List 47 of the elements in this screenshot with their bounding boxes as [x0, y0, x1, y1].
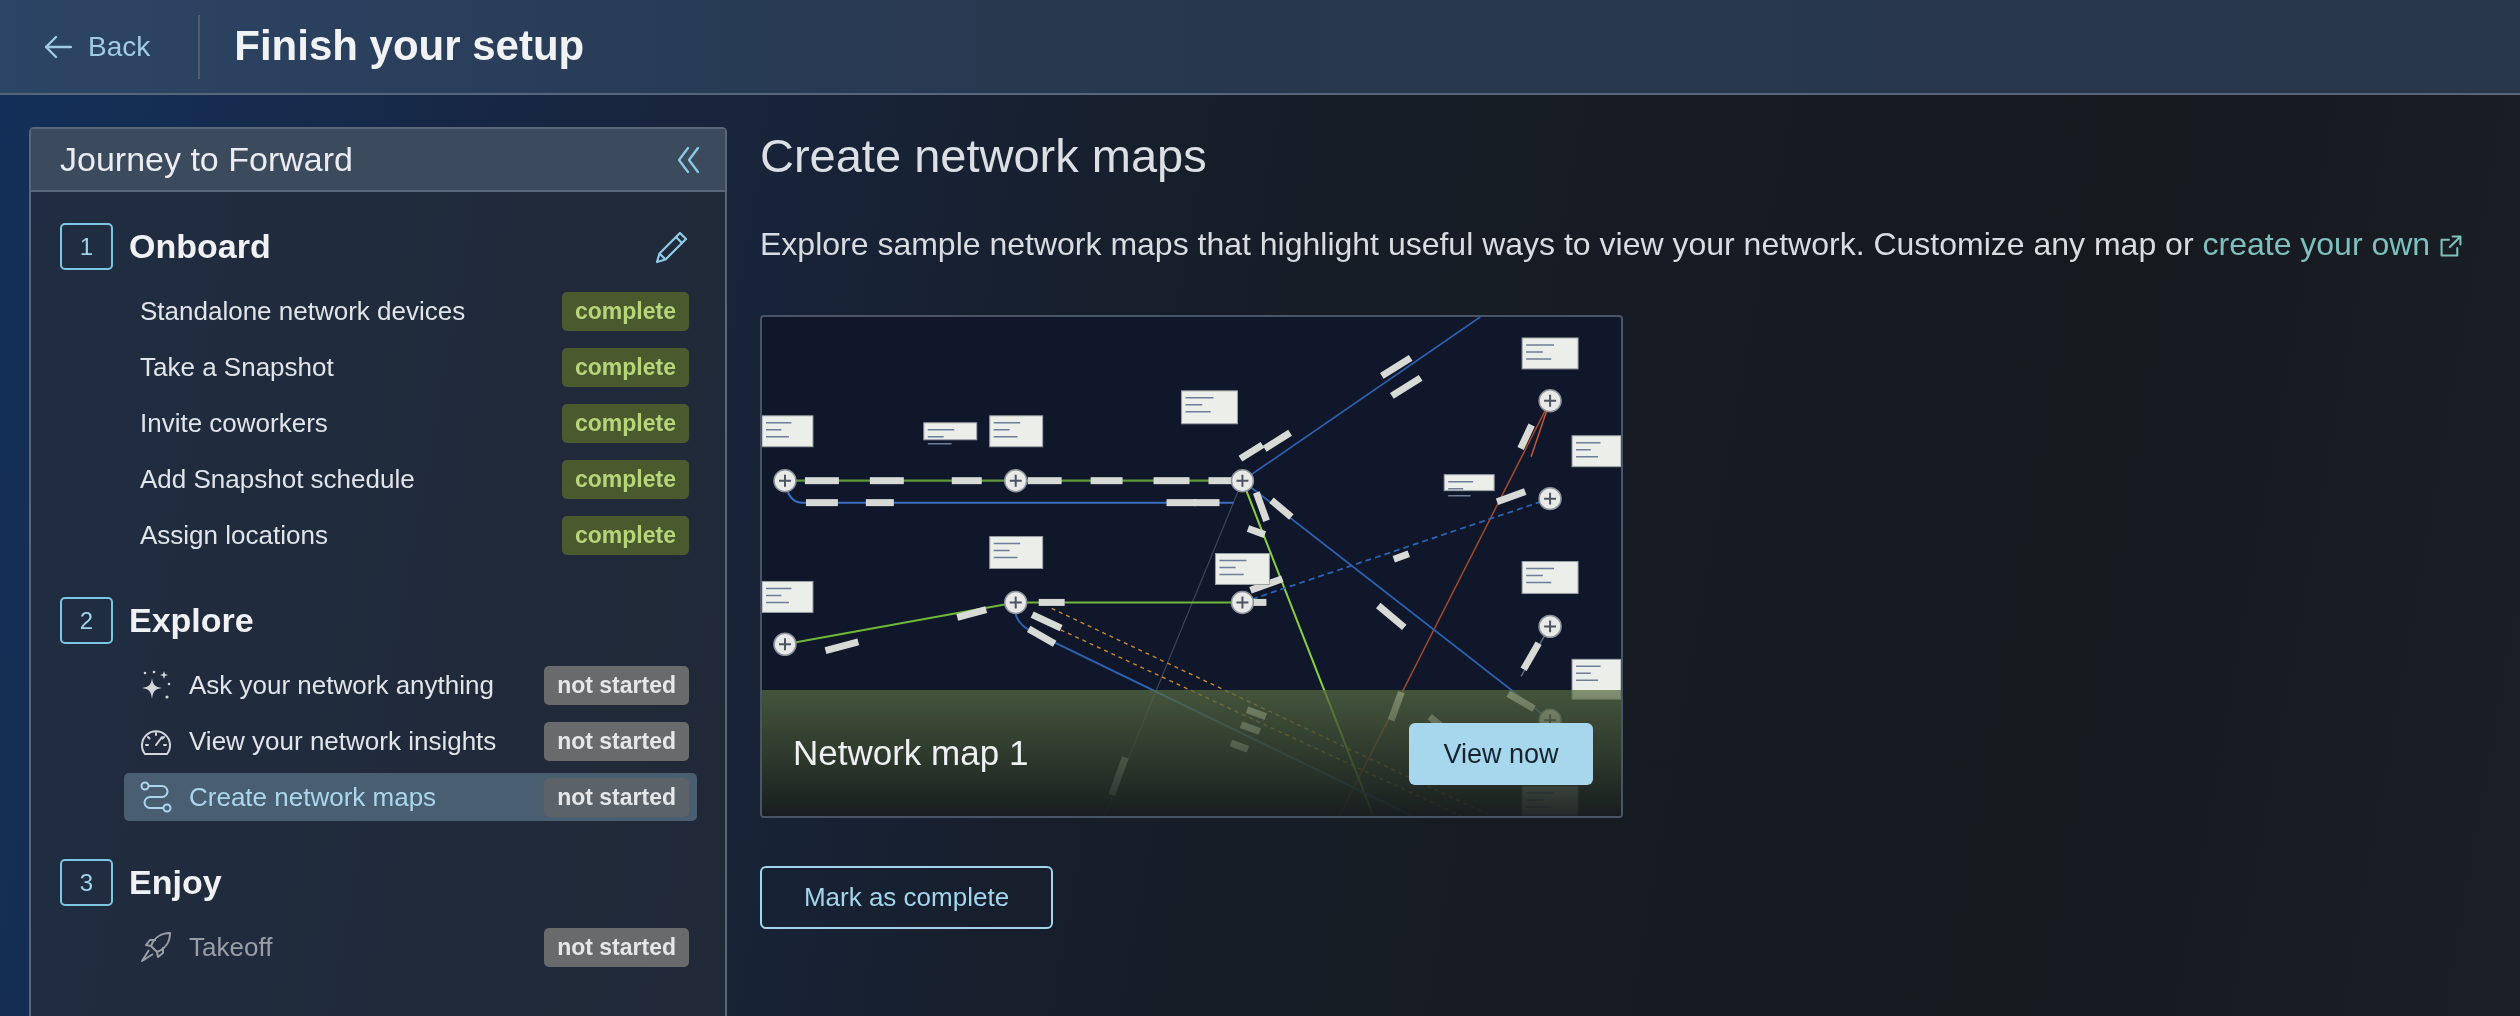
step-label: View your network insights [189, 724, 497, 758]
status-badge: complete [562, 347, 689, 387]
map-title: Network map 1 [793, 731, 1029, 774]
status-badge: complete [562, 459, 689, 499]
create-link[interactable]: create your own [2202, 226, 2463, 262]
status-badge: not started [544, 777, 689, 817]
step-item[interactable]: Take a Snapshot complete [124, 343, 697, 391]
step-item[interactable]: View your network insights not started [124, 717, 697, 765]
external-link-icon [2440, 235, 2463, 257]
arrow-left-icon [44, 34, 72, 59]
step-item[interactable]: Create network maps not started [124, 773, 697, 821]
step-item[interactable]: Invite coworkers complete [124, 399, 697, 447]
step-number: 3 [60, 859, 113, 906]
status-badge: complete [562, 291, 689, 331]
status-badge: not started [544, 721, 689, 761]
mark-complete-button[interactable]: Mark as complete [760, 866, 1053, 929]
step-item[interactable]: Standalone network devices complete [124, 287, 697, 335]
step-label: Takeoff [189, 930, 273, 964]
step-item[interactable]: Assign locations complete [124, 511, 697, 559]
description-text: Explore sample network maps that highlight useful ways to view your network. Customize any map or create your own [760, 223, 2520, 265]
step-number: 1 [60, 223, 113, 270]
rocket-icon [140, 931, 172, 963]
step-label: Invite coworkers [140, 406, 328, 440]
section-title: Enjoy [129, 862, 222, 903]
step-label: Ask your network anything [189, 668, 494, 702]
status-badge: complete [562, 403, 689, 443]
section-title: Explore [129, 600, 254, 641]
page-title: Finish your setup [234, 21, 585, 72]
step-item[interactable]: Add Snapshot schedule complete [124, 455, 697, 503]
step-label: Assign locations [140, 518, 328, 552]
status-badge: not started [544, 665, 689, 705]
step-label: Add Snapshot schedule [140, 462, 415, 496]
view-now-button[interactable]: View now [1409, 723, 1593, 785]
collapse-icon[interactable] [677, 146, 699, 173]
pencil-icon[interactable] [655, 229, 689, 264]
step-label: Standalone network devices [140, 294, 466, 328]
back-link[interactable]: Back [44, 25, 151, 68]
status-badge: complete [562, 515, 689, 555]
status-badge: not started [544, 927, 689, 967]
step-number: 2 [60, 597, 113, 644]
section-heading: Create network maps [760, 128, 1208, 184]
step-item[interactable]: Ask your network anything not started [124, 661, 697, 709]
sidebar-title: Journey to Forward [60, 139, 353, 180]
section-title: Onboard [129, 226, 271, 267]
step-label: Create network maps [189, 780, 437, 814]
step-label: Take a Snapshot [140, 350, 334, 384]
route-icon [140, 781, 172, 813]
